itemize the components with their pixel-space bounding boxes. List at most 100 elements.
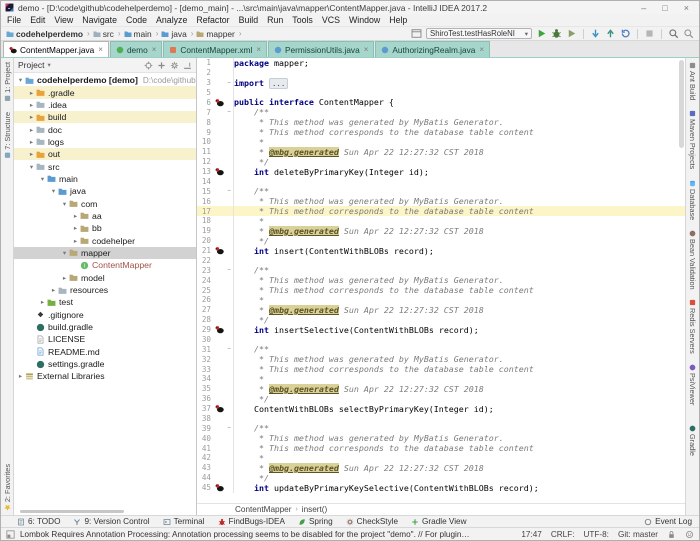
hide-panel-icon[interactable]: [183, 61, 192, 70]
menu-edit[interactable]: Edit: [30, 15, 45, 25]
tree-item-main[interactable]: ▾ main: [14, 173, 196, 185]
find-in-path-button[interactable]: [668, 28, 679, 39]
tree-item-gradle[interactable]: ▸ .gradle: [14, 86, 196, 99]
inspection-profile-icon[interactable]: [685, 530, 694, 539]
breadcrumb-item-codehelperdemo[interactable]: codehelperdemo ›: [6, 29, 92, 39]
fold-marker[interactable]: −: [225, 77, 234, 88]
menu-help[interactable]: Help: [389, 15, 407, 25]
chevron-expanded-icon[interactable]: ▾: [27, 163, 36, 171]
tree-item-doc[interactable]: ▸ doc: [14, 123, 196, 135]
search-everywhere-button[interactable]: [683, 28, 694, 39]
tool-window-switcher-icon[interactable]: [6, 529, 15, 539]
menu-vcs[interactable]: VCS: [322, 15, 340, 25]
fold-marker[interactable]: −: [225, 107, 234, 118]
tool-window-button-2-favorites[interactable]: 2: Favorites: [3, 464, 12, 511]
tool-window-button-gradle[interactable]: Gradle: [688, 425, 697, 456]
expand-icon[interactable]: [157, 61, 166, 70]
run-with-coverage-button[interactable]: [566, 28, 577, 39]
tree-item-java[interactable]: ▾ java: [14, 185, 196, 197]
mybatis-gutter-icon[interactable]: [213, 246, 225, 255]
editor-breadcrumb-contentmapper[interactable]: ContentMapper: [235, 505, 291, 514]
tree-item-gitignore[interactable]: .gitignore: [14, 309, 196, 321]
tool-window-button-ant-build[interactable]: Ant Build: [688, 62, 697, 100]
tool-window-button-findbugs-idea[interactable]: FindBugs-IDEA: [218, 517, 285, 526]
tab-permissionutils-java[interactable]: PermissionUtils.java ×: [268, 41, 375, 57]
tree-item-test[interactable]: ▸ test: [14, 296, 196, 308]
debug-button[interactable]: [551, 28, 562, 39]
tree-item-codehelperdemo-demo[interactable]: ▾codehelperdemo [demo]D:\code\github\cod…: [14, 74, 196, 86]
lock-icon[interactable]: [667, 530, 676, 539]
tree-item-idea[interactable]: ▸ .idea: [14, 99, 196, 111]
chevron-collapsed-icon[interactable]: ▸: [27, 126, 36, 134]
close-button[interactable]: ×: [684, 3, 689, 13]
chevron-collapsed-icon[interactable]: ▸: [71, 212, 80, 220]
fold-marker[interactable]: −: [225, 423, 234, 434]
tree-item-bb[interactable]: ▸ bb: [14, 222, 196, 234]
chevron-collapsed-icon[interactable]: ▸: [16, 372, 25, 380]
status-message[interactable]: Lombok Requires Annotation Processing: A…: [20, 530, 470, 539]
tool-window-button-bean-validation[interactable]: Bean Validation: [688, 230, 697, 289]
tab-contentmapper-java[interactable]: ContentMapper.java ×: [3, 41, 109, 57]
chevron-expanded-icon[interactable]: ▾: [60, 200, 69, 208]
breadcrumb-item-java[interactable]: java ›: [161, 29, 195, 39]
menu-code[interactable]: Code: [126, 15, 147, 25]
mybatis-gutter-icon[interactable]: [213, 98, 225, 107]
fold-marker[interactable]: −: [225, 265, 234, 276]
tree-item-codehelper[interactable]: ▸ codehelper: [14, 234, 196, 246]
menu-file[interactable]: File: [7, 15, 21, 25]
menu-run[interactable]: Run: [267, 15, 283, 25]
tool-window-button-checkstyle[interactable]: CheckStyle: [346, 517, 398, 526]
tool-window-button-database[interactable]: Database: [688, 180, 697, 220]
chevron-collapsed-icon[interactable]: ▸: [27, 113, 36, 121]
tree-item-build[interactable]: ▸ build: [14, 111, 196, 124]
mybatis-gutter-icon[interactable]: [213, 483, 225, 492]
commit-button[interactable]: [605, 28, 616, 39]
git-branch-indicator[interactable]: Git: master: [618, 530, 658, 539]
tree-item-settings-gradle[interactable]: settings.gradle: [14, 358, 196, 370]
encoding-indicator[interactable]: UTF-8:: [583, 530, 608, 539]
tree-item-build-gradle[interactable]: build.gradle: [14, 321, 196, 333]
tree-item-resources[interactable]: ▸ resources: [14, 284, 196, 296]
scrollbar-thumb[interactable]: [679, 60, 684, 148]
mybatis-gutter-icon[interactable]: [213, 325, 225, 334]
close-icon[interactable]: ×: [152, 45, 157, 54]
tool-window-button-psiviewer[interactable]: PsiViewer: [688, 364, 697, 405]
gear-icon[interactable]: [170, 61, 179, 70]
tree-item-model[interactable]: ▸ model: [14, 272, 196, 284]
tab-contentmapper-xml[interactable]: ContentMapper.xml ×: [163, 41, 267, 57]
project-horizontal-scrollbar[interactable]: [20, 510, 124, 513]
tab-demo[interactable]: demo ×: [109, 41, 163, 57]
tool-window-button-6-todo[interactable]: 6: TODO: [17, 517, 60, 526]
mybatis-gutter-icon[interactable]: [213, 404, 225, 413]
fold-marker[interactable]: −: [225, 344, 234, 355]
locate-icon[interactable]: [144, 61, 153, 70]
tree-item-out[interactable]: ▸ out: [14, 148, 196, 161]
menu-analyze[interactable]: Analyze: [156, 15, 187, 25]
tree-item-com[interactable]: ▾ com: [14, 197, 196, 209]
chevron-collapsed-icon[interactable]: ▸: [27, 101, 36, 109]
tree-item-license[interactable]: LICENSE: [14, 333, 196, 345]
maximize-button[interactable]: □: [662, 3, 667, 13]
tree-item-src[interactable]: ▾ src: [14, 160, 196, 172]
chevron-expanded-icon[interactable]: ▾: [60, 249, 69, 257]
chevron-expanded-icon[interactable]: ▾: [49, 187, 58, 195]
tool-window-button-gradle-view[interactable]: Gradle View: [411, 517, 467, 526]
chevron-collapsed-icon[interactable]: ▸: [27, 89, 36, 97]
tree-item-aa[interactable]: ▸ aa: [14, 210, 196, 222]
mybatis-gutter-icon[interactable]: [213, 167, 225, 176]
chevron-collapsed-icon[interactable]: ▸: [71, 224, 80, 232]
close-icon[interactable]: ×: [256, 45, 261, 54]
tool-window-button-spring[interactable]: Spring: [298, 517, 333, 526]
editor-vertical-scrollbar[interactable]: [678, 58, 685, 503]
update-project-button[interactable]: [590, 28, 601, 39]
chevron-expanded-icon[interactable]: ▾: [16, 76, 25, 84]
tree-item-readme-md[interactable]: README.md: [14, 346, 196, 358]
run-button[interactable]: [536, 28, 547, 39]
chevron-collapsed-icon[interactable]: ▸: [60, 274, 69, 282]
tree-item-external-libraries[interactable]: ▸ External Libraries: [14, 370, 196, 382]
editor-breadcrumb-insert[interactable]: insert(): [302, 505, 327, 514]
chevron-collapsed-icon[interactable]: ▸: [71, 237, 80, 245]
tool-window-button-9-version-control[interactable]: 9: Version Control: [73, 517, 150, 526]
tool-window-button-7-structure[interactable]: 7: Structure: [3, 112, 12, 159]
tree-item-logs[interactable]: ▸ logs: [14, 136, 196, 148]
